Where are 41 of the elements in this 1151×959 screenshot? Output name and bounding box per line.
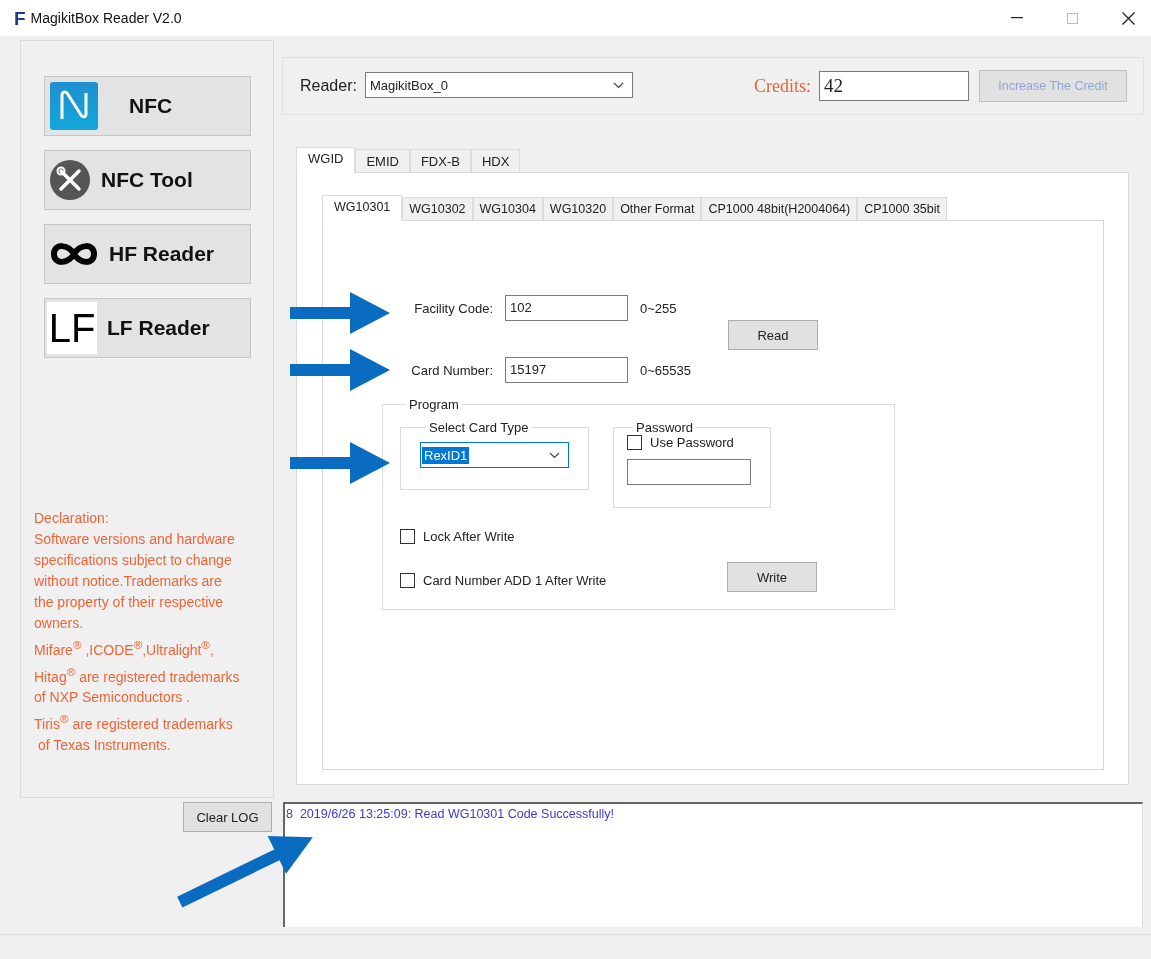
tab[interactable]: CP1000 35bit	[857, 197, 947, 220]
tab[interactable]: WG10320	[542, 197, 614, 220]
mode-button[interactable]: NFC Tool	[44, 150, 251, 210]
tab[interactable]: FDX-B	[409, 149, 471, 172]
read-button[interactable]: Read	[728, 320, 818, 350]
credits-field[interactable]: 42	[819, 71, 969, 101]
tab[interactable]: WG10304	[472, 197, 543, 220]
mode-button[interactable]: NFC	[44, 76, 251, 136]
checkbox-label: Lock After Write	[423, 528, 515, 544]
lf-logo: LF	[47, 302, 97, 354]
reader-dropdown[interactable]: MagikitBox_0	[364, 72, 633, 98]
tab[interactable]: Other Format	[613, 197, 702, 220]
tab[interactable]: EMID	[355, 149, 410, 172]
card-type-dropdown[interactable]: RexID1	[420, 442, 569, 468]
checkbox-label: Card Number ADD 1 After Write	[423, 572, 607, 588]
tab[interactable]: CP1000 48bit(H2004064)	[701, 197, 858, 220]
tab[interactable]: WG10301	[322, 195, 403, 221]
reader-label: Reader:	[300, 77, 357, 95]
input-field[interactable]: 15197	[505, 357, 628, 383]
log-entry: 8 2019/6/26 13:25:09: Read WG10301 Code Successfully!	[286, 807, 615, 821]
tab[interactable]: HDX	[470, 149, 521, 172]
clear-log-button[interactable]: Clear LOG	[183, 802, 272, 832]
tab[interactable]: WG10302	[402, 197, 473, 220]
range-hint: 0~65535	[640, 362, 692, 378]
input-field[interactable]: 102	[505, 295, 628, 321]
write-button[interactable]: Write	[727, 562, 817, 592]
window-title: MagikitBox Reader V2.0	[30, 10, 182, 26]
declaration-heading: Declaration:	[34, 509, 110, 528]
declaration-text: Software versions and hardware specifications subject to change without notice.Trademarks are the property of their respective owners. Mifare$^{®}$ ,ICODE$^{®}$,Ultralight$^{®}$, Hitag$^{®}$ are registered trademarks of NXP Semiconductors . Tiris$^{®}$ are registered trademarks of Texas Instruments.	[34, 530, 241, 755]
group-title: Select Card Type	[428, 420, 530, 435]
mode-button[interactable]: HF Reader	[44, 224, 251, 284]
credits-label: Credits:	[754, 75, 811, 97]
tab[interactable]: WGID	[296, 147, 356, 173]
range-hint: 0~255	[640, 300, 678, 316]
mode-button[interactable]: LF LF Reader	[44, 298, 251, 358]
group-title: Password	[635, 420, 695, 435]
field-label: Facility Code:	[413, 300, 493, 316]
field-label: Card Number:	[410, 362, 493, 378]
checkbox-label: Use Password	[650, 435, 734, 450]
group-title: Program	[408, 397, 460, 412]
app-logo: F	[14, 8, 26, 28]
